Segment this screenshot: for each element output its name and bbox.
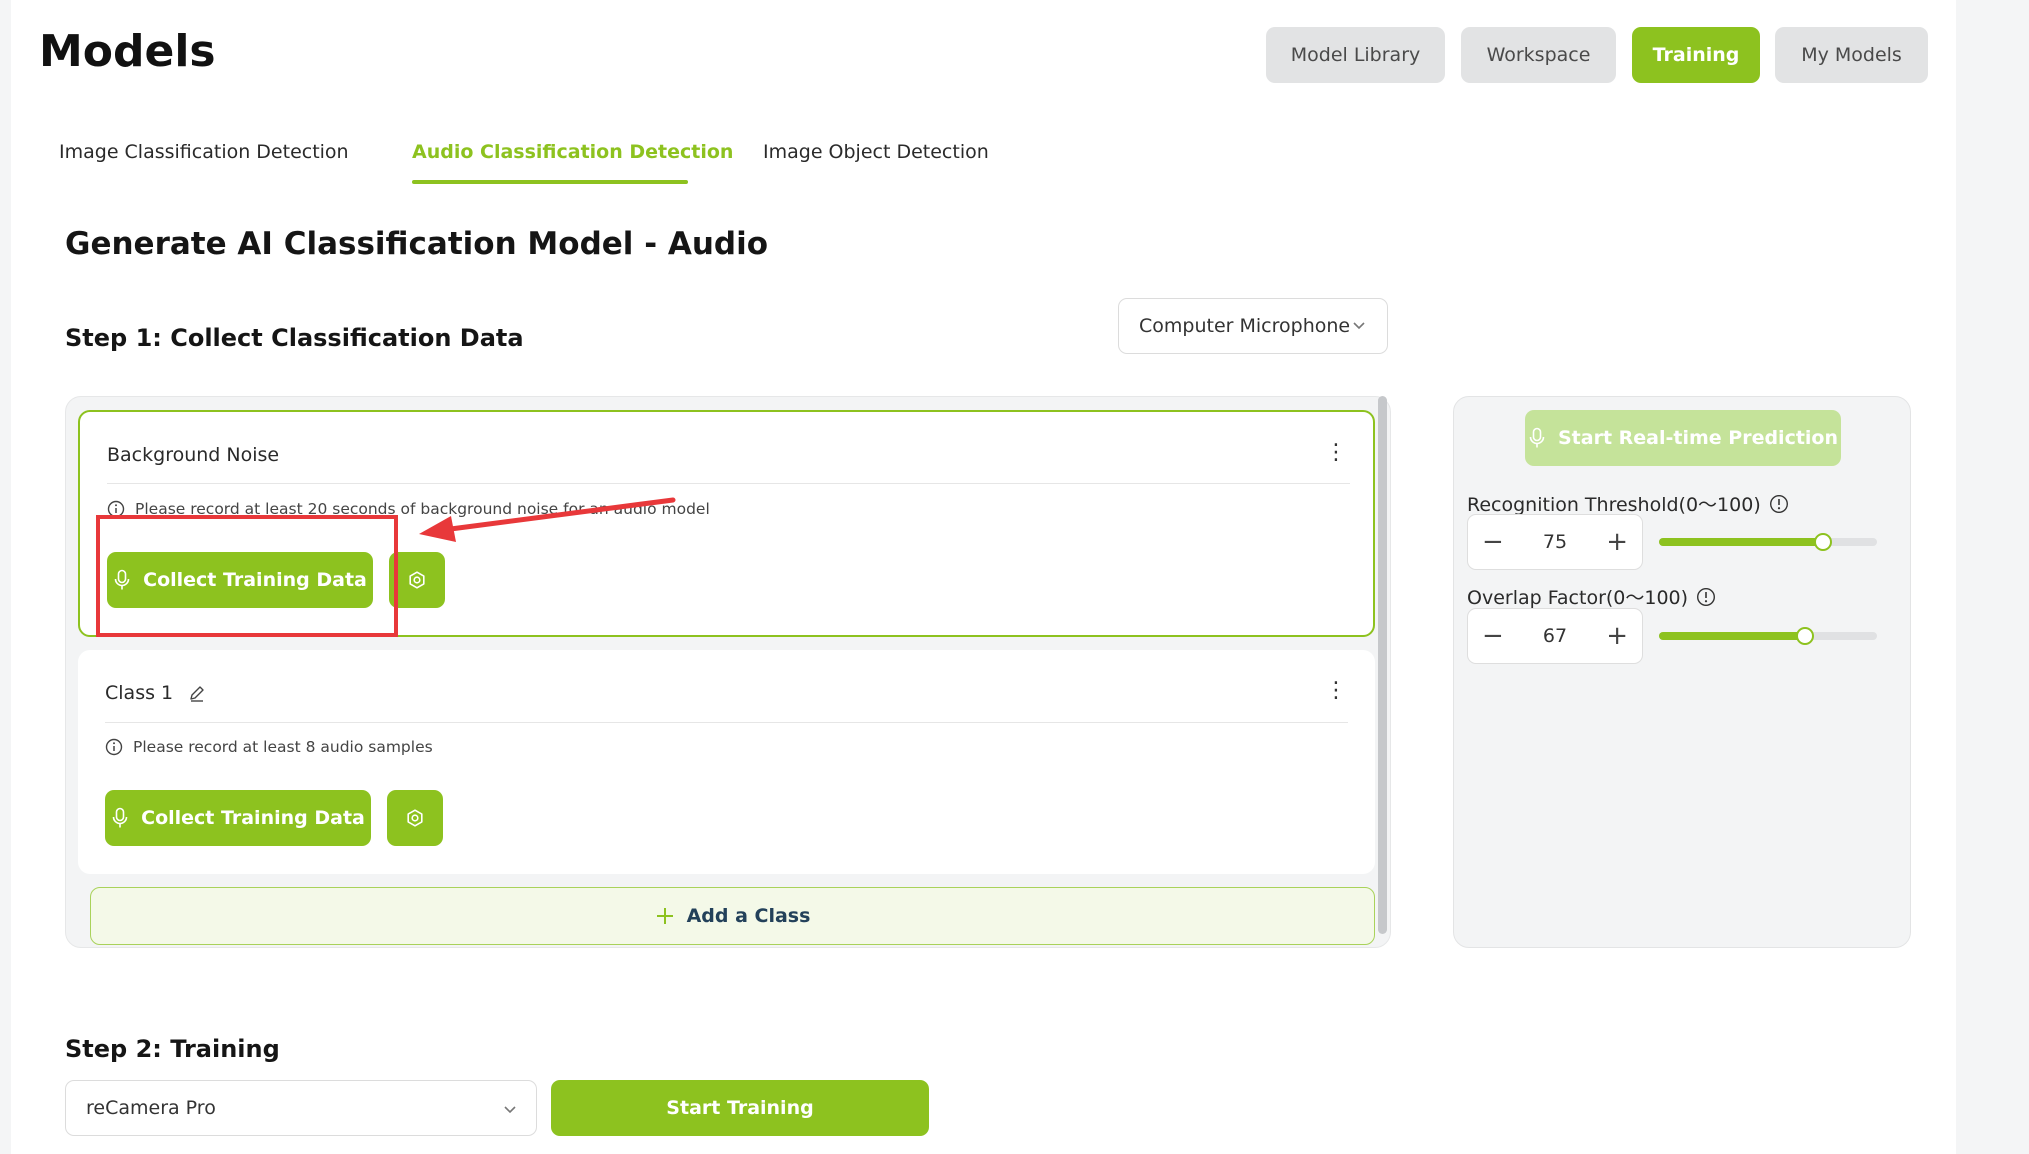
collect-training-data-button[interactable]: Collect Training Data <box>105 790 371 846</box>
start-training-button[interactable]: Start Training <box>551 1080 929 1136</box>
tab-image-classification[interactable]: Image Classification Detection <box>59 141 349 163</box>
threshold-stepper[interactable]: − 75 + <box>1467 514 1643 570</box>
decrement-button[interactable]: − <box>1482 529 1504 555</box>
info-icon[interactable] <box>1769 494 1789 514</box>
input-source-select[interactable]: Computer Microphone <box>1118 298 1388 354</box>
section-title: Generate AI Classification Model - Audio <box>65 226 769 262</box>
overlap-label-row: Overlap Factor(0～100) <box>1467 583 1716 610</box>
chevron-down-icon <box>1353 322 1365 330</box>
step1-title: Step 1: Collect Classification Data <box>65 324 524 352</box>
class-name: Class 1 <box>105 682 174 704</box>
chevron-down-icon <box>504 1106 516 1114</box>
increment-button[interactable]: + <box>1606 623 1628 649</box>
more-options-icon[interactable]: ⋮ <box>1325 680 1347 702</box>
more-options-icon[interactable]: ⋮ <box>1325 442 1347 464</box>
page-header-title: Models <box>39 26 216 77</box>
input-source-value: Computer Microphone <box>1139 315 1351 337</box>
class-card-class-1: Class 1 ⋮ Please record at least 8 audio… <box>78 650 1375 874</box>
add-class-label: Add a Class <box>686 905 811 927</box>
overlap-label: Overlap Factor(0～100) <box>1467 587 1689 609</box>
gear-icon <box>407 809 423 827</box>
nav-workspace[interactable]: Workspace <box>1461 27 1616 83</box>
start-realtime-prediction-button[interactable]: Start Real-time Prediction <box>1525 410 1841 466</box>
decrement-button[interactable]: − <box>1482 623 1504 649</box>
divider <box>105 722 1348 723</box>
add-class-button[interactable]: Add a Class <box>90 887 1375 945</box>
threshold-slider-handle[interactable] <box>1813 533 1832 551</box>
nav-model-library[interactable]: Model Library <box>1266 27 1445 83</box>
device-value: reCamera Pro <box>86 1097 216 1119</box>
divider <box>107 483 1350 484</box>
annotation-highlight-box <box>96 515 398 637</box>
threshold-label-row: Recognition Threshold(0～100) <box>1467 490 1789 517</box>
increment-button[interactable]: + <box>1606 529 1628 555</box>
threshold-slider-fill <box>1659 538 1823 546</box>
info-icon <box>105 738 123 756</box>
page: Models Model Library Workspace Training … <box>11 0 1956 1154</box>
threshold-slider[interactable] <box>1659 533 1877 551</box>
class-settings-button[interactable] <box>387 790 443 846</box>
class-name: Background Noise <box>107 444 280 466</box>
microphone-icon <box>1529 427 1545 448</box>
overlap-stepper[interactable]: − 67 + <box>1467 608 1643 664</box>
edit-pencil-icon[interactable] <box>187 683 207 703</box>
class-name-row: Class 1 <box>105 682 207 704</box>
class-hint: Please record at least 8 audio samples <box>105 738 433 756</box>
threshold-value[interactable]: 75 <box>1543 531 1567 553</box>
gear-icon <box>409 571 425 589</box>
microphone-icon <box>112 807 128 828</box>
overlap-slider-handle[interactable] <box>1796 627 1815 645</box>
start-realtime-prediction-label: Start Real-time Prediction <box>1557 427 1839 449</box>
tab-object-detection[interactable]: Image Object Detection <box>763 141 989 163</box>
overlap-slider-fill <box>1659 632 1806 640</box>
overlap-slider[interactable] <box>1659 627 1877 645</box>
tab-audio-classification[interactable]: Audio Classification Detection <box>412 141 733 163</box>
device-select[interactable]: reCamera Pro <box>65 1080 537 1136</box>
plus-icon <box>656 908 673 924</box>
class-hint-text: Please record at least 8 audio samples <box>133 738 433 756</box>
threshold-label: Recognition Threshold(0～100) <box>1467 494 1761 516</box>
step2-title: Step 2: Training <box>65 1035 280 1063</box>
info-icon[interactable] <box>1696 587 1716 607</box>
collect-training-data-label: Collect Training Data <box>141 807 365 829</box>
nav-training[interactable]: Training <box>1632 27 1760 83</box>
scrollbar[interactable] <box>1378 396 1387 934</box>
nav-my-models[interactable]: My Models <box>1775 27 1928 83</box>
active-tab-indicator <box>412 180 688 184</box>
overlap-value[interactable]: 67 <box>1543 625 1567 647</box>
prediction-panel <box>1453 396 1911 948</box>
